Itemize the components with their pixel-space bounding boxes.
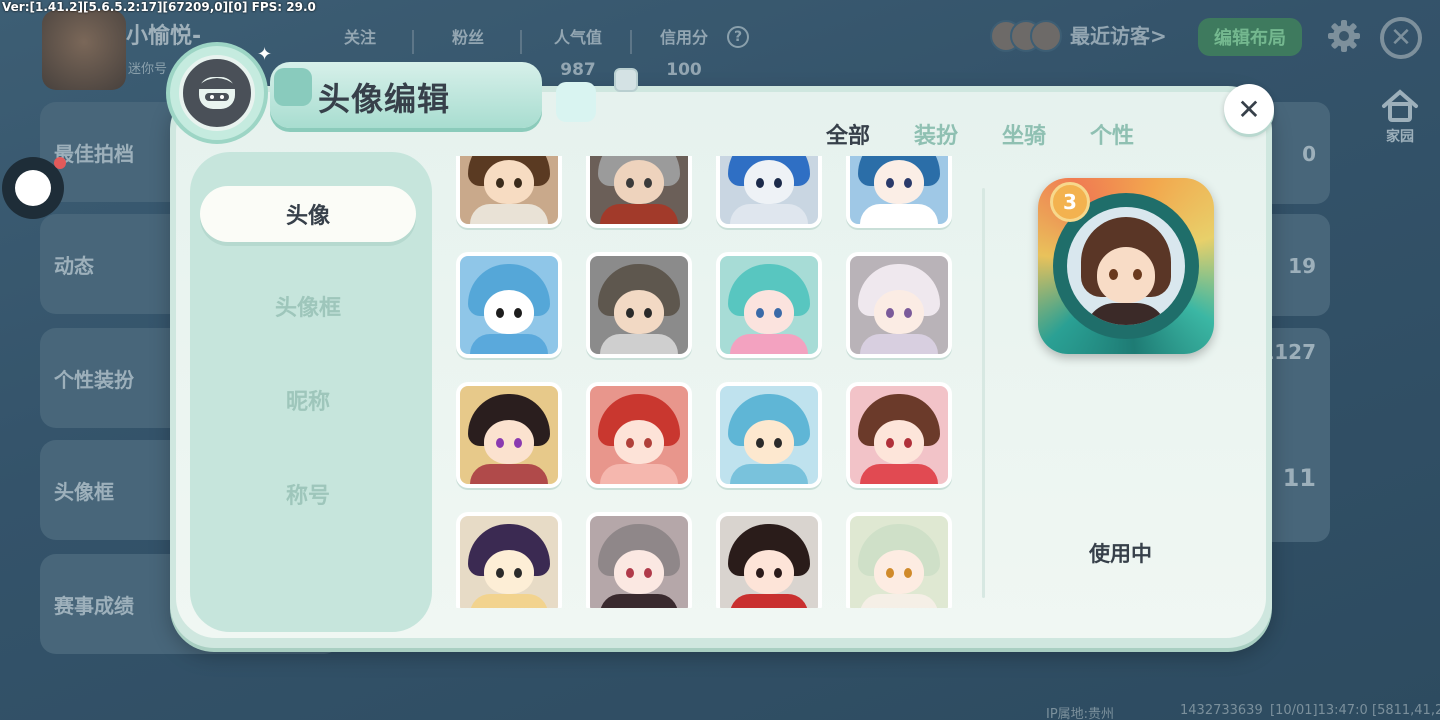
- stat-popularity[interactable]: 人气值 987: [548, 24, 608, 80]
- avatar-option[interactable]: [586, 382, 692, 488]
- avatar-gothic-gray-hair: [590, 516, 688, 608]
- gear-icon[interactable]: [1326, 18, 1362, 54]
- avatar-red-ribbon-girl: [720, 516, 818, 608]
- help-icon[interactable]: ?: [727, 26, 749, 48]
- home-button[interactable]: 家园: [1376, 88, 1424, 145]
- category-tabs: 全部 装扮 坐骑 个性: [826, 118, 1134, 150]
- debug-overlay: Ver:[1.41.2][5.6.5.2:17][67209,0][0] FPS…: [2, 0, 316, 14]
- tab-dressup[interactable]: 装扮: [914, 118, 958, 150]
- in-use-status: 使用中: [1089, 542, 1152, 566]
- avatar-chicken-hat-girl: [850, 516, 948, 608]
- visitor-avatar: [1030, 20, 1062, 52]
- home-label: 家园: [1386, 129, 1414, 145]
- sparkle-icon: ✦: [257, 44, 273, 65]
- title-decoration: [274, 68, 312, 106]
- tab-mount[interactable]: 坐骑: [1002, 118, 1046, 150]
- menu-item-title[interactable]: 称号: [200, 466, 416, 522]
- avatar-gray-hair-warrior: [590, 156, 688, 224]
- timestamp: [10/01]13:47:0: [1270, 703, 1368, 718]
- avatar-white-hair-girl: [850, 256, 948, 354]
- avatar-option[interactable]: [456, 252, 562, 358]
- stat-label: 信用分: [659, 28, 708, 47]
- house-icon: [1382, 89, 1418, 122]
- avatar-brown-hair-girl: [460, 156, 558, 224]
- menu-item-avatar[interactable]: 头像: [200, 186, 416, 242]
- avatar-grid-scroll[interactable]: [456, 156, 962, 608]
- right-stat-value: 19: [1288, 254, 1316, 278]
- menu-item-avatar-frame[interactable]: 头像框: [200, 278, 416, 334]
- right-stat-value: 0: [1302, 142, 1316, 166]
- title-decoration: [556, 82, 596, 122]
- joystick-knob: [15, 170, 51, 206]
- avatar-option[interactable]: [846, 156, 952, 228]
- frame-level-badge: 3: [1050, 182, 1090, 222]
- avatar-red-bow-brunette: [850, 386, 948, 484]
- tab-personality[interactable]: 个性: [1090, 118, 1134, 150]
- ip-location: IP属地:贵州: [1046, 707, 1115, 720]
- stat-divider: [520, 30, 522, 54]
- avatar-bun-hair-girl: [460, 386, 558, 484]
- stat-label: 人气值: [553, 28, 602, 47]
- stat-credit[interactable]: 信用分 100: [654, 24, 714, 80]
- edit-layout-button[interactable]: 编辑布局: [1198, 18, 1302, 56]
- stat-label: 关注: [343, 28, 376, 47]
- menu-item-nickname[interactable]: 昵称: [200, 372, 416, 428]
- notification-dot: [54, 157, 66, 169]
- stat-value: 987: [560, 60, 596, 80]
- dialog-badge: [166, 42, 268, 144]
- avatar-option[interactable]: [716, 252, 822, 358]
- avatar-snowman: [460, 256, 558, 354]
- avatar-armored-knight: [590, 256, 688, 354]
- right-stat-value: 11: [1282, 464, 1316, 492]
- stat-label: 粉丝: [451, 28, 484, 47]
- avatar-option[interactable]: [716, 382, 822, 488]
- recent-visitor-avatars[interactable]: [990, 20, 1062, 52]
- avatar-option[interactable]: [456, 382, 562, 488]
- avatar-option[interactable]: [716, 512, 822, 608]
- tab-all[interactable]: 全部: [826, 118, 870, 150]
- floating-joystick-button[interactable]: [2, 157, 66, 219]
- edit-type-menu: 头像 头像框 昵称 称号: [190, 152, 432, 632]
- avatar-grid: [456, 156, 952, 608]
- avatar-option[interactable]: [716, 156, 822, 228]
- stat-divider: [412, 30, 414, 54]
- avatar-black-cat-hood: [460, 516, 558, 608]
- preview-portrait: [1067, 207, 1185, 325]
- stat-value: 100: [666, 60, 702, 80]
- avatar-option[interactable]: [586, 252, 692, 358]
- avatar-option[interactable]: [586, 512, 692, 608]
- avatar-dolphin-hood-kid: [720, 386, 818, 484]
- close-dialog-button[interactable]: ✕: [1224, 84, 1274, 134]
- avatar-blue-hair-bunny: [850, 156, 948, 224]
- avatar-option[interactable]: [846, 382, 952, 488]
- avatar-teal-twin-tails: [720, 256, 818, 354]
- title-decoration: [614, 68, 638, 92]
- profile-sub-label: 迷你号: [128, 62, 168, 77]
- avatar-option[interactable]: [586, 156, 692, 228]
- profile-avatar[interactable]: [42, 10, 126, 90]
- avatar-option[interactable]: [846, 252, 952, 358]
- user-id: 1432733639: [1180, 703, 1263, 718]
- profile-name: 小愉悦-: [126, 24, 202, 49]
- avatar-red-hood-girl: [590, 386, 688, 484]
- avatar-option[interactable]: [846, 512, 952, 608]
- panel-divider: [982, 188, 985, 598]
- coordinates: [5811,41,2: [1372, 703, 1440, 718]
- close-profile-icon[interactable]: ✕: [1380, 17, 1422, 59]
- recent-visitors-link[interactable]: 最近访客>: [1070, 20, 1167, 49]
- dialog-title: 头像编辑: [318, 80, 451, 118]
- avatar-blue-robot: [720, 156, 818, 224]
- mascot-icon: [179, 55, 255, 131]
- avatar-option[interactable]: [456, 156, 562, 228]
- avatar-option[interactable]: [456, 512, 562, 608]
- stat-divider: [630, 30, 632, 54]
